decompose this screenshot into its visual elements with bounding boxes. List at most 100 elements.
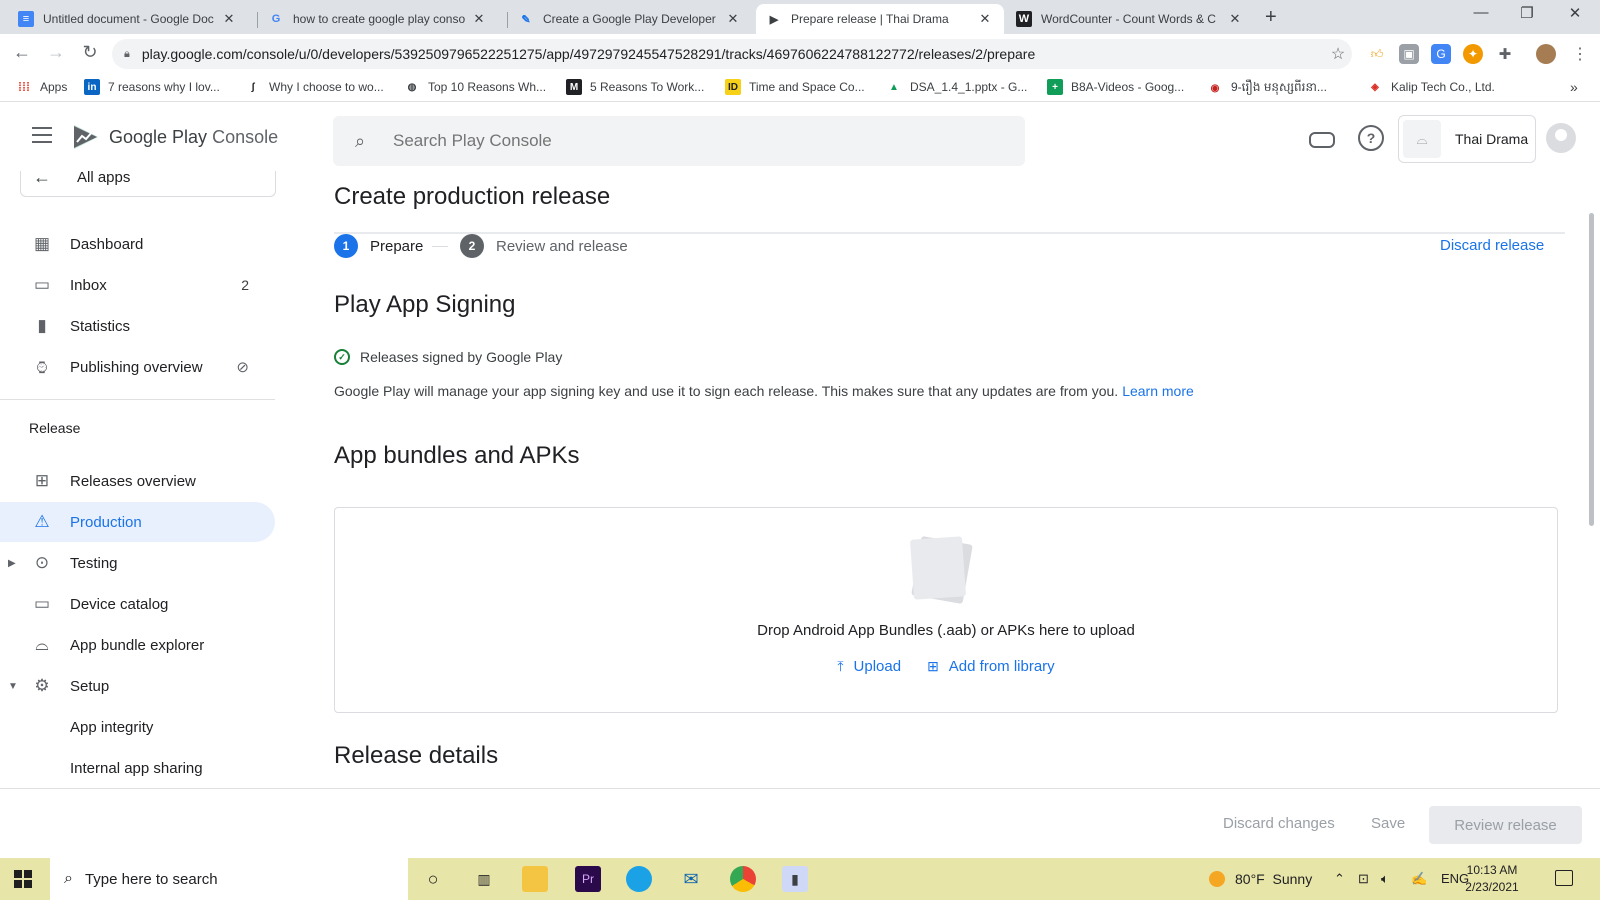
system-clock[interactable]: 10:13 AM 2/23/2021 [1452,862,1532,896]
production-icon: ⚠︎ [34,512,50,531]
link-icon[interactable] [1309,132,1335,148]
search-bar[interactable]: ⌕ [333,116,1025,166]
browser-tab-search[interactable]: G how to create google play conso ✕ [258,4,498,34]
account-switcher[interactable]: ⌓ Thai Drama [1398,115,1536,163]
more-bookmarks-icon[interactable]: » [1570,79,1578,95]
mail-icon[interactable]: ✉ [678,866,704,892]
taskbar-search-box[interactable]: ⌕ Type here to search [50,858,408,900]
discard-changes-button[interactable]: Discard changes [1223,815,1335,832]
collapse-caret-icon[interactable]: ▼ [8,681,18,692]
chrome-icon[interactable] [730,866,756,892]
main-content: Create production release 1 Prepare 2 Re… [285,171,1580,788]
globe-icon: ◍ [407,81,417,93]
chevron-up-icon[interactable]: ⌃ [1334,871,1345,887]
sidebar-item-app-bundle-explorer[interactable]: ⌓ App bundle explorer [0,625,275,665]
file-explorer-icon[interactable] [522,866,548,892]
restore-icon[interactable]: ❐ [1504,4,1550,22]
bookmark-apps[interactable]: ⁞⁞⁞ Apps [16,79,67,95]
copy-extension-icon[interactable]: ▣ [1399,44,1419,64]
bookmark-item[interactable]: + B8A-Videos - Goog... [1047,79,1184,95]
linkedin-icon: in [84,79,100,95]
save-button[interactable]: Save [1371,815,1405,832]
sidebar-item-testing[interactable]: ▶ ⊙ Testing [0,543,275,583]
sidebar-item-releases-overview[interactable]: ⊞ Releases overview [0,461,275,501]
publishing-clock-icon: ⌚︎ [33,359,51,378]
sidebar-item-dashboard[interactable]: ▦ Dashboard [0,224,275,264]
help-icon[interactable]: ? [1358,125,1384,151]
sidebar-item-device-catalog[interactable]: ▭ Device catalog [0,584,275,624]
user-avatar[interactable] [1546,123,1576,153]
browser-tab-developer[interactable]: ✎ Create a Google Play Developer ✕ [508,4,752,34]
step-prepare[interactable]: 1 Prepare [334,234,423,258]
hook-icon: ʃ [251,81,255,93]
task-view-icon[interactable]: ▥ [471,866,497,892]
translate-extension-icon[interactable]: G [1431,44,1451,64]
bookmark-item[interactable]: ID Time and Space Co... [725,79,865,95]
profile-avatar-icon[interactable] [1536,44,1556,64]
pen-icon[interactable]: ✍ [1411,871,1427,887]
upload-button[interactable]: ⤒ Upload [837,658,901,675]
bookmark-item[interactable]: in 7 reasons why I lov... [84,79,220,95]
bookmark-item[interactable]: ◉ 9-រឿង មនុស្សពីរនា... [1207,79,1327,97]
close-tab-icon[interactable]: ✕ [976,11,994,27]
search-input[interactable] [393,131,1025,151]
volume-icon[interactable]: 🔈︎ [1381,871,1389,887]
bookmark-item[interactable]: ▲ DSA_1.4_1.pptx - G... [886,79,1027,95]
bar-chart-icon: ▮ [37,316,47,335]
sidebar-item-setup[interactable]: ▼ ⚙ Setup [0,666,275,706]
page-scrollbar[interactable] [1589,213,1594,526]
drive-icon: ▲ [889,81,899,93]
browser-tab-wordcounter[interactable]: W WordCounter - Count Words & C ✕ [1006,4,1254,34]
dashboard-icon: ▦ [33,234,51,253]
close-tab-icon[interactable]: ✕ [220,11,238,27]
windows-start-icon[interactable] [14,870,32,888]
upload-dropzone[interactable]: Drop Android App Bundles (.aab) or APKs … [334,507,1558,713]
all-apps-button[interactable]: ← All apps [20,171,276,197]
app-icon[interactable]: ▮ [782,866,808,892]
sidebar-item-publishing-overview[interactable]: ⌚︎ Publishing overview ⊘ [0,347,275,387]
medium-icon: M [566,79,582,95]
reload-icon[interactable]: ↻ [78,42,102,63]
play-console-logo[interactable]: Google Play Console [71,122,278,152]
learn-more-link[interactable]: Learn more [1122,383,1194,399]
sidebar-item-inbox[interactable]: ▭ Inbox 2 [0,265,275,305]
play-console-icon: ▶ [769,13,779,26]
browser-menu-icon[interactable]: ⋮ [1570,44,1590,64]
thumbs-up-extension-icon[interactable]: 👍︎ [1367,44,1387,64]
close-tab-icon[interactable]: ✕ [724,11,742,27]
extensions-puzzle-icon[interactable]: ✚ [1495,44,1515,64]
close-tab-icon[interactable]: ✕ [470,11,488,27]
sidebar-item-production[interactable]: ⚠︎ Production [0,502,275,542]
bookmark-item[interactable]: M 5 Reasons To Work... [566,79,704,95]
cortana-icon[interactable]: ○ [420,866,446,892]
discard-release-link[interactable]: Discard release [1440,237,1544,254]
sidebar-item-internal-app-sharing[interactable]: Internal app sharing [0,748,275,788]
bookmark-item[interactable]: ʃ Why I choose to wo... [245,79,383,95]
menu-icon[interactable] [32,127,52,143]
new-tab-icon[interactable]: + [1265,6,1277,29]
weather-widget[interactable]: 80°F Sunny [1209,871,1312,887]
bookmark-item[interactable]: ◈ Kalip Tech Co., Ltd. [1367,79,1495,95]
forward-icon[interactable]: → [44,42,68,63]
back-icon[interactable]: ← [10,42,34,63]
add-from-library-button[interactable]: ⊞ Add from library [927,658,1055,675]
step-review-and-release[interactable]: 2 Review and release [460,234,628,258]
review-release-button[interactable]: Review release [1429,806,1582,844]
browser-tab-docs[interactable]: ≡ Untitled document - Google Doc ✕ [8,4,248,34]
network-icon[interactable]: ⊡ [1358,871,1369,887]
minimize-icon[interactable]: — [1458,4,1504,21]
address-bar[interactable]: 🔒︎ play.google.com/console/u/0/developer… [112,39,1352,69]
flame-extension-icon[interactable]: ✦ [1463,44,1483,64]
edge-icon[interactable] [626,866,652,892]
bookmark-star-icon[interactable]: ☆ [1324,44,1352,64]
close-tab-icon[interactable]: ✕ [1226,11,1244,27]
expand-caret-icon[interactable]: ▶ [8,558,16,569]
browser-tab-active[interactable]: ▶ Prepare release | Thai Drama ✕ [756,4,1004,34]
sidebar-item-app-integrity[interactable]: App integrity [0,707,275,747]
browser-toolbar: ← → ↻ 🔒︎ play.google.com/console/u/0/dev… [0,34,1600,74]
sidebar-item-statistics[interactable]: ▮ Statistics [0,306,275,346]
close-window-icon[interactable]: ✕ [1552,4,1598,22]
premiere-pro-icon[interactable]: Pr [575,866,601,892]
notifications-icon[interactable] [1555,870,1573,886]
bookmark-item[interactable]: ◍ Top 10 Reasons Wh... [404,79,546,95]
